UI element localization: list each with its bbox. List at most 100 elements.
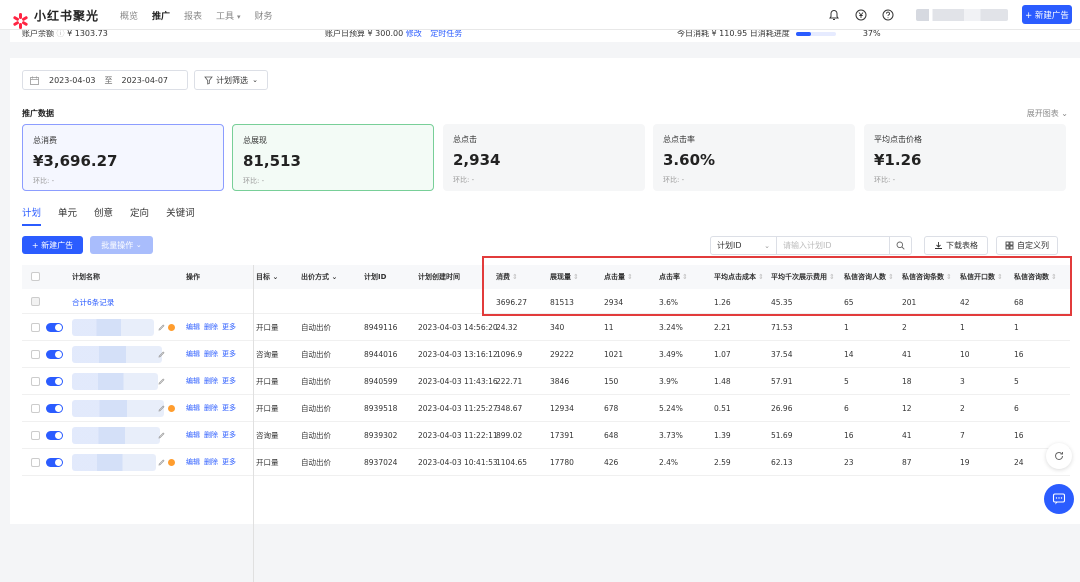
edit-name-icon[interactable] <box>158 459 165 466</box>
cell-clicks: 150 <box>604 377 619 386</box>
th-name: 计划名称 <box>72 273 100 281</box>
status-toggle[interactable] <box>46 377 63 386</box>
delete-link[interactable]: 删除 <box>204 458 218 466</box>
tab-targeting[interactable]: 定向 <box>130 205 149 226</box>
th-goal[interactable]: 目标 ⌄ <box>256 265 278 289</box>
delete-link[interactable]: 删除 <box>204 350 218 358</box>
tab-keywords[interactable]: 关键词 <box>166 205 195 226</box>
plan-name-blurred[interactable] <box>72 427 160 444</box>
summary-label[interactable]: 合计6条记录 <box>72 289 114 316</box>
more-link[interactable]: 更多 <box>222 377 236 385</box>
stat-card-total-impressions[interactable]: 总展现 81,513 环比: - <box>232 124 434 191</box>
status-toggle[interactable] <box>46 458 63 467</box>
edit-name-icon[interactable] <box>158 405 165 412</box>
download-table-button[interactable]: 下载表格 <box>924 236 988 255</box>
more-link[interactable]: 更多 <box>222 323 236 331</box>
row-checkbox[interactable] <box>31 350 40 359</box>
columns-icon <box>1005 241 1014 250</box>
custom-columns-label: 自定义列 <box>1017 241 1049 250</box>
stat-card-avg-cpc[interactable]: 平均点击价格 ¥1.26 环比: - <box>864 124 1066 191</box>
status-toggle[interactable] <box>46 431 63 440</box>
tab-plan[interactable]: 计划 <box>22 205 42 226</box>
stat-card-total-clicks[interactable]: 总点击 2,934 环比: - <box>443 124 645 191</box>
edit-link[interactable]: 编辑 <box>186 458 200 466</box>
nav-finance[interactable]: 财务 <box>254 9 272 22</box>
nav-overview[interactable]: 概览 <box>120 9 138 22</box>
cell-spend: 1096.9 <box>496 350 523 359</box>
modify-budget-link[interactable]: 修改 <box>406 30 422 38</box>
plan-name-blurred[interactable] <box>72 319 154 336</box>
highlight-box <box>482 256 1072 316</box>
delete-link[interactable]: 删除 <box>204 323 218 331</box>
delete-link[interactable]: 删除 <box>204 431 218 439</box>
status-toggle[interactable] <box>46 350 63 359</box>
cell-cpm: 62.13 <box>771 458 793 467</box>
cell-goal: 开口量 <box>256 377 279 386</box>
boost-icon[interactable] <box>168 459 175 466</box>
stat-card-ctr[interactable]: 总点击率 3.60% 环比: - <box>653 124 855 191</box>
search-input[interactable] <box>777 237 889 254</box>
select-all-checkbox[interactable] <box>31 272 40 281</box>
refresh-float-button[interactable] <box>1046 443 1072 469</box>
expand-chart-link[interactable]: 展开图表 ⌄ <box>1027 108 1068 119</box>
delete-link[interactable]: 删除 <box>204 377 218 385</box>
cell-created: 2023-04-03 11:43:16 <box>418 377 498 386</box>
boost-icon[interactable] <box>168 405 175 412</box>
cell-created: 2023-04-03 11:25:27 <box>418 404 498 413</box>
more-link[interactable]: 更多 <box>222 431 236 439</box>
edit-name-icon[interactable] <box>158 378 165 385</box>
custom-columns-button[interactable]: 自定义列 <box>996 236 1058 255</box>
plan-name-blurred[interactable] <box>72 454 156 471</box>
delete-link[interactable]: 删除 <box>204 404 218 412</box>
search-button[interactable] <box>889 237 911 254</box>
edit-link[interactable]: 编辑 <box>186 404 200 412</box>
plan-filter-button[interactable]: 计划筛选 ⌄ <box>194 70 268 90</box>
new-ad-button[interactable]: + 新建广告 <box>22 236 83 254</box>
row-checkbox[interactable] <box>31 377 40 386</box>
app-logo[interactable]: 小红书聚光 <box>12 7 99 29</box>
timed-task-link[interactable]: 定时任务 <box>430 30 462 38</box>
date-range-picker[interactable]: 2023-04-03 至 2023-04-07 <box>22 70 188 90</box>
edit-name-icon[interactable] <box>158 351 165 358</box>
edit-link[interactable]: 编辑 <box>186 431 200 439</box>
help-icon[interactable] <box>882 9 894 21</box>
status-toggle[interactable] <box>46 323 63 332</box>
cell-id: 8939302 <box>364 431 398 440</box>
stat-card-total-spend[interactable]: 总消费 ¥3,696.27 环比: - <box>22 124 224 191</box>
chat-float-button[interactable] <box>1044 484 1074 514</box>
cell-spend: 222.71 <box>496 377 523 386</box>
edit-link[interactable]: 编辑 <box>186 377 200 385</box>
header-new-ad-button[interactable]: + 新建广告 <box>1022 5 1072 24</box>
cell-dm-people: 14 <box>844 350 854 359</box>
nav-tools[interactable]: 工具 ▾ <box>216 9 240 22</box>
plan-name-blurred[interactable] <box>72 373 158 390</box>
edit-link[interactable]: 编辑 <box>186 323 200 331</box>
stat-label: 总点击率 <box>663 135 695 144</box>
batch-ops-button[interactable]: 批量操作 ⌄ <box>90 236 153 254</box>
more-link[interactable]: 更多 <box>222 458 236 466</box>
row-checkbox[interactable] <box>31 323 40 332</box>
row-checkbox[interactable] <box>31 458 40 467</box>
more-link[interactable]: 更多 <box>222 404 236 412</box>
edit-link[interactable]: 编辑 <box>186 350 200 358</box>
edit-name-icon[interactable] <box>158 432 165 439</box>
plan-name-blurred[interactable] <box>72 400 164 417</box>
th-bid[interactable]: 出价方式 ⌄ <box>301 265 337 289</box>
row-checkbox[interactable] <box>31 431 40 440</box>
expand-chart-label: 展开图表 <box>1026 109 1059 118</box>
boost-icon[interactable] <box>168 324 175 331</box>
status-toggle[interactable] <box>46 404 63 413</box>
plan-name-blurred[interactable] <box>72 346 162 363</box>
nav-promotion[interactable]: 推广 <box>152 9 170 22</box>
more-link[interactable]: 更多 <box>222 350 236 358</box>
bell-icon[interactable] <box>828 9 840 21</box>
tab-creative[interactable]: 创意 <box>94 205 113 226</box>
tab-unit[interactable]: 单元 <box>58 205 77 226</box>
nav-reports[interactable]: 报表 <box>184 9 202 22</box>
currency-icon[interactable] <box>855 9 867 21</box>
search-field-select[interactable]: 计划ID ⌄ <box>711 237 777 254</box>
row-checkbox[interactable] <box>31 404 40 413</box>
edit-name-icon[interactable] <box>158 324 165 331</box>
user-account[interactable] <box>916 8 1008 21</box>
budget-progress-percent: 37% <box>862 30 881 38</box>
